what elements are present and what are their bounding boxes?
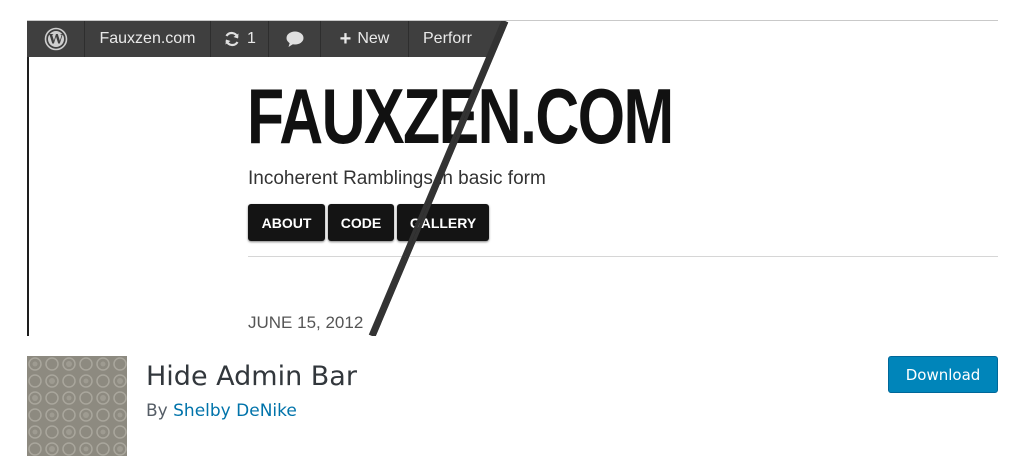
plugin-banner: W Fauxzen.com 1 + New Perforr FAUXZEN.CO… [27,20,998,336]
download-button[interactable]: Download [888,356,998,393]
plugin-byline: By Shelby DeNike [146,401,297,421]
author-link[interactable]: Shelby DeNike [173,401,297,421]
plugin-title: Hide Admin Bar [146,361,357,392]
plugin-icon [27,356,127,456]
byline-prefix: By [146,401,168,421]
